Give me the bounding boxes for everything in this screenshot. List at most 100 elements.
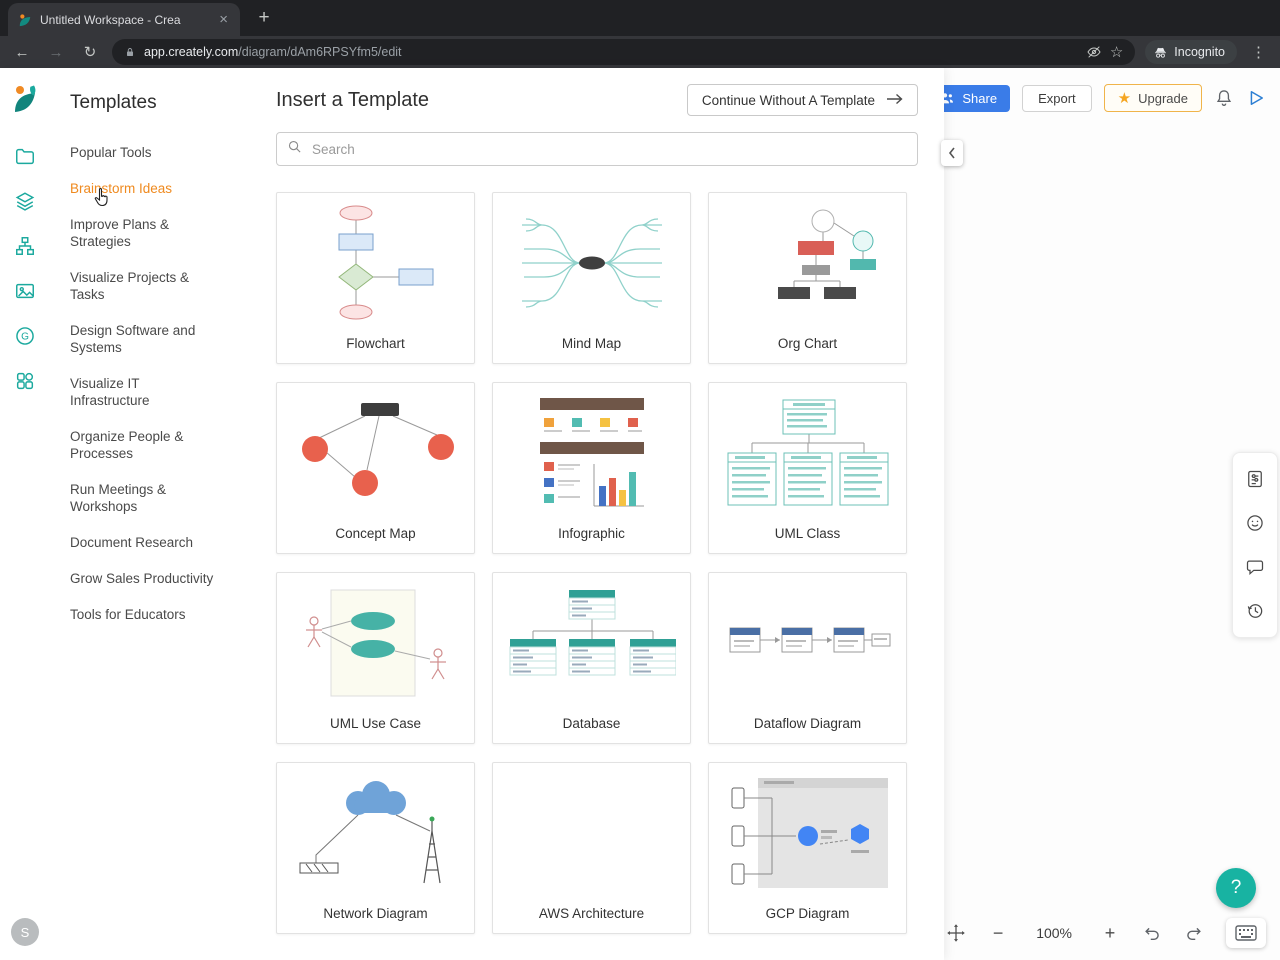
keyboard-icon — [1235, 925, 1257, 941]
flowchart-thumbnail — [277, 193, 474, 332]
user-avatar[interactable]: S — [11, 918, 39, 946]
share-label: Share — [962, 90, 998, 106]
template-card-uml-class[interactable]: UML Class — [708, 382, 907, 554]
aws-thumbnail — [493, 763, 690, 902]
stickers-icon[interactable] — [1237, 503, 1273, 543]
template-card-concept-map[interactable]: Concept Map — [276, 382, 475, 554]
sidebar-item-document-research[interactable]: Document Research — [70, 534, 222, 551]
search-icon — [287, 139, 302, 159]
upgrade-label: Upgrade — [1138, 90, 1188, 106]
shapes-layers-icon[interactable] — [12, 188, 38, 214]
sidebar-item-visualize-it[interactable]: Visualize IT Infrastructure — [70, 375, 222, 409]
export-button[interactable]: Export — [1022, 84, 1092, 112]
creately-logo[interactable] — [12, 84, 38, 119]
diagram-settings-icon[interactable] — [1237, 459, 1273, 499]
template-card-label: Concept Map — [335, 526, 416, 541]
template-card-infographic[interactable]: Infographic — [492, 382, 691, 554]
tab-close-icon[interactable]: × — [217, 12, 230, 27]
template-card-label: Flowchart — [346, 336, 405, 351]
avatar-initial: S — [20, 924, 30, 940]
gcp-thumbnail — [709, 763, 906, 902]
incognito-icon — [1153, 45, 1168, 60]
sidebar-item-brainstorm-ideas[interactable]: Brainstorm Ideas — [70, 180, 222, 197]
org-chart-thumbnail — [709, 193, 906, 332]
creately-app: Share Export ★ Upgrade ? − 100% + G S Te… — [0, 68, 1280, 960]
template-card-label: Database — [562, 716, 621, 731]
concept-map-thumbnail — [277, 383, 474, 522]
sidebar-item-organize-people[interactable]: Organize People & Processes — [70, 428, 222, 462]
browser-toolbar: ← → ↻ app.creately.com/diagram/dAm6RPSYf… — [0, 36, 1280, 68]
redo-icon[interactable] — [1184, 923, 1204, 943]
browser-tab[interactable]: Untitled Workspace - Crea × — [8, 3, 240, 36]
template-card-gcp[interactable]: GCP Diagram — [708, 762, 907, 934]
upgrade-button[interactable]: ★ Upgrade — [1103, 84, 1202, 112]
template-card-aws[interactable]: AWS Architecture — [492, 762, 691, 934]
template-picker: Insert a Template Continue Without A Tem… — [256, 68, 944, 960]
image-icon[interactable] — [12, 278, 38, 304]
search-input[interactable] — [310, 140, 907, 158]
sidebar-item-visualize-projects[interactable]: Visualize Projects & Tasks — [70, 269, 222, 303]
forward-button[interactable]: → — [44, 44, 68, 61]
new-tab-button[interactable]: + — [250, 4, 278, 32]
back-button[interactable]: ← — [10, 44, 34, 61]
keyboard-shortcuts-button[interactable] — [1226, 918, 1266, 948]
collapse-panel-button[interactable] — [941, 140, 963, 166]
template-card-uml-use-case[interactable]: UML Use Case — [276, 572, 475, 744]
template-card-label: Dataflow Diagram — [753, 716, 862, 731]
folder-icon[interactable] — [12, 143, 38, 169]
creately-favicon — [18, 13, 32, 27]
sidebar-item-improve-plans[interactable]: Improve Plans & Strategies — [70, 216, 222, 250]
template-grid: Flowchart Mind Map Org Chart Concept Map… — [276, 192, 918, 934]
reload-button[interactable]: ↻ — [78, 43, 102, 61]
export-label: Export — [1038, 90, 1076, 106]
canvas-topbar: Share Export ★ Upgrade — [926, 84, 1266, 112]
history-icon[interactable] — [1237, 591, 1273, 631]
eye-off-icon[interactable] — [1086, 44, 1102, 60]
help-button[interactable]: ? — [1216, 868, 1256, 908]
zoom-level: 100% — [1036, 925, 1072, 941]
incognito-label: Incognito — [1174, 45, 1225, 59]
arrow-right-icon — [887, 93, 903, 108]
continue-without-template-button[interactable]: Continue Without A Template — [686, 84, 918, 116]
templates-nav: Templates Popular Tools Brainstorm Ideas… — [50, 68, 256, 960]
zoom-in-button[interactable]: + — [1100, 923, 1120, 944]
sidebar-item-run-meetings[interactable]: Run Meetings & Workshops — [70, 481, 222, 515]
present-play-icon[interactable] — [1246, 88, 1266, 108]
template-card-database[interactable]: Database — [492, 572, 691, 744]
template-card-org-chart[interactable]: Org Chart — [708, 192, 907, 364]
svg-text:G: G — [21, 332, 29, 343]
template-card-dataflow[interactable]: Dataflow Diagram — [708, 572, 907, 744]
left-icon-rail: G S — [0, 68, 50, 960]
mind-map-thumbnail — [493, 193, 690, 332]
zoom-out-button[interactable]: − — [988, 923, 1008, 944]
comments-icon[interactable] — [1237, 547, 1273, 587]
page-title: Insert a Template — [276, 88, 430, 111]
template-card-flowchart[interactable]: Flowchart — [276, 192, 475, 364]
template-card-mind-map[interactable]: Mind Map — [492, 192, 691, 364]
incognito-badge: Incognito — [1145, 40, 1237, 64]
url-text: app.creately.com/diagram/dAm6RPSYfm5/edi… — [144, 45, 402, 59]
sidebar-item-tools-educators[interactable]: Tools for Educators — [70, 606, 222, 623]
google-drive-icon[interactable]: G — [12, 323, 38, 349]
pan-tool-icon[interactable] — [946, 923, 966, 943]
bookmark-star-icon[interactable]: ☆ — [1110, 43, 1123, 61]
search-box — [276, 132, 918, 166]
template-card-label: Infographic — [558, 526, 625, 541]
browser-menu-icon[interactable]: ⋮ — [1247, 43, 1270, 61]
url-bar[interactable]: app.creately.com/diagram/dAm6RPSYfm5/edi… — [112, 39, 1136, 65]
template-card-label: Network Diagram — [323, 906, 428, 921]
undo-icon[interactable] — [1142, 923, 1162, 943]
lock-icon[interactable] — [124, 46, 136, 59]
apps-plugins-icon[interactable] — [12, 368, 38, 394]
template-card-label: Mind Map — [561, 336, 622, 351]
notifications-bell-icon[interactable] — [1214, 88, 1234, 108]
sidebar-item-design-software[interactable]: Design Software and Systems — [70, 322, 222, 356]
diagram-sitemap-icon[interactable] — [12, 233, 38, 259]
sidebar-item-grow-sales[interactable]: Grow Sales Productivity — [70, 570, 222, 587]
mouse-cursor — [94, 188, 109, 212]
template-card-network[interactable]: Network Diagram — [276, 762, 475, 934]
sidebar-item-popular-tools[interactable]: Popular Tools — [70, 144, 222, 161]
template-card-label: Org Chart — [777, 336, 838, 351]
database-thumbnail — [493, 573, 690, 712]
help-icon: ? — [1230, 877, 1242, 898]
